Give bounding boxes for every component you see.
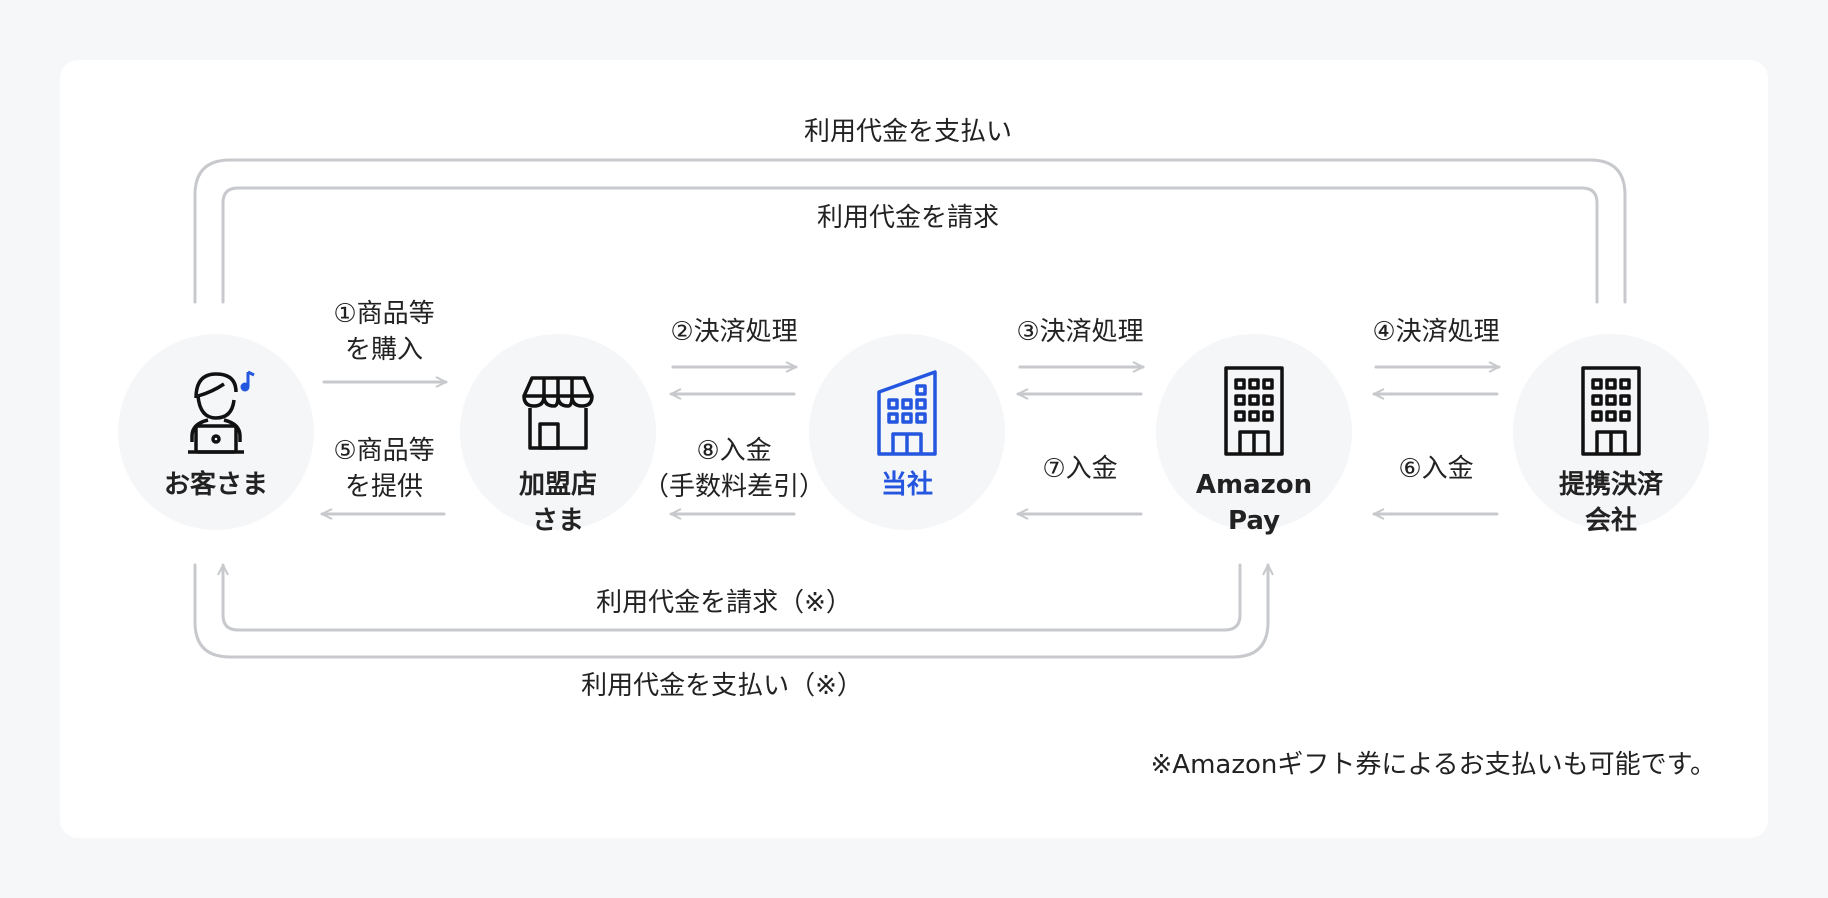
node-company: 当社 [809,334,1005,530]
person-with-laptop-icon [188,370,255,454]
label-flow-2: ②決済処理 [670,317,798,347]
label-bottom-outer: 利用代金を支払い（※） [581,671,863,701]
node-customer: お客さま [118,334,314,530]
node-name-company: 当社 [880,470,933,500]
label-flow-1: ①商品等 を購入 [333,299,435,365]
office-building-icon [1581,366,1641,456]
node-name-merchant: 加盟店 さま [518,470,597,536]
label-flow-5: ⑤商品等 を提供 [333,436,435,502]
node-name-amazon-pay: Amazon Pay [1195,470,1313,536]
node-name-customer: お客さま [163,470,268,500]
label-top-inner: 利用代金を請求 [816,203,1000,233]
office-building-icon [1224,366,1284,456]
label-flow-4: ④決済処理 [1372,317,1500,347]
label-flow-7: ⑦入金 [1042,454,1118,484]
label-top-outer: 利用代金を支払い [803,117,1013,147]
node-amazon-pay: Amazon Pay [1156,334,1352,536]
storefront-icon [522,376,594,450]
office-building-icon [877,370,937,456]
label-flow-3: ③決済処理 [1016,317,1144,347]
node-payment-company: 提携決済 会社 [1513,334,1709,536]
label-flow-6: ⑥入金 [1398,454,1474,484]
footnote: ※Amazonギフト券によるお支払いも可能です。 [1150,750,1717,780]
label-bottom-inner: 利用代金を請求（※） [596,588,852,618]
node-merchant: 加盟店 さま [460,334,656,536]
label-flow-8: ⑧入金 （手数料差引） [642,436,826,502]
node-name-payment-company: 提携決済 会社 [1558,470,1663,536]
